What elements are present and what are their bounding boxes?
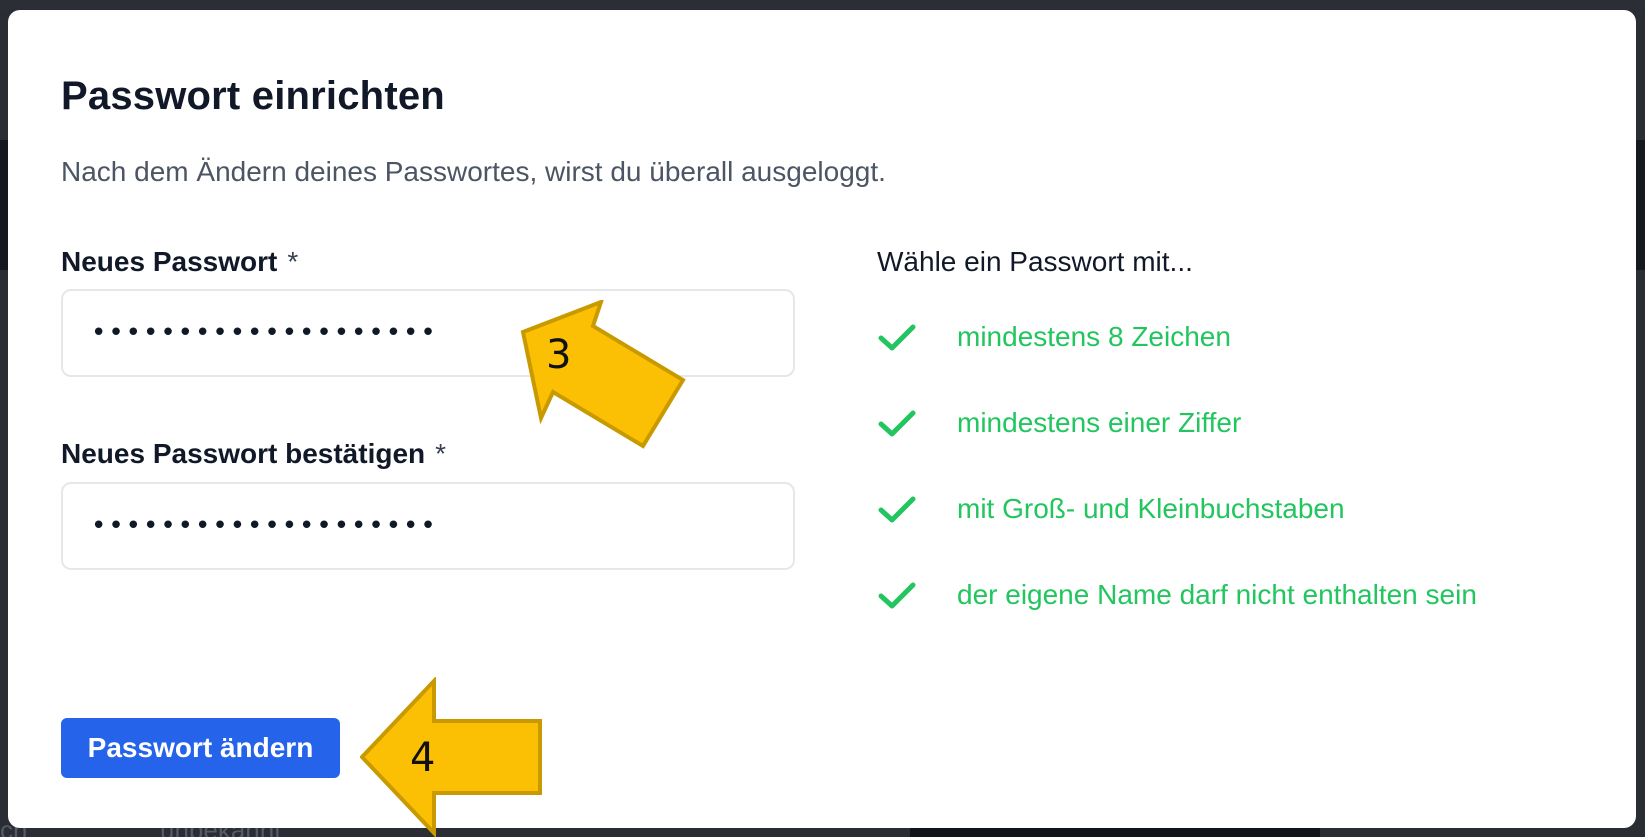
requirements-heading: Wähle ein Passwort mit... bbox=[877, 246, 1193, 277]
requirement-item: mit Groß- und Kleinbuchstaben bbox=[877, 466, 1477, 552]
annotation-number-3: 3 bbox=[546, 332, 571, 378]
new-password-label-text: Neues Passwort bbox=[61, 246, 278, 277]
background-header bbox=[0, 0, 1645, 10]
requirement-label: mindestens einer Ziffer bbox=[957, 407, 1242, 438]
annotation-number-4: 4 bbox=[410, 735, 435, 781]
requirements-list: mindestens 8 Zeichen mindestens einer Zi… bbox=[877, 294, 1477, 638]
password-dialog: Passwort einrichten Nach dem Ändern dein… bbox=[8, 10, 1636, 837]
requirement-item: mindestens einer Ziffer bbox=[877, 380, 1477, 466]
confirm-password-input[interactable] bbox=[61, 482, 795, 570]
annotation-arrow-4: 4 bbox=[360, 677, 542, 837]
arrow-left-icon bbox=[360, 677, 542, 837]
change-password-button[interactable]: Passwort ändern bbox=[61, 718, 340, 778]
confirm-password-label-text: Neues Passwort bestätigen bbox=[61, 438, 426, 469]
confirm-password-label: Neues Passwort bestätigen * bbox=[61, 438, 446, 470]
dialog-title: Passwort einrichten bbox=[61, 74, 445, 118]
dialog-subtitle: Nach dem Ändern deines Passwortes, wirst… bbox=[61, 156, 886, 187]
new-password-label: Neues Passwort * bbox=[61, 246, 298, 278]
check-icon bbox=[878, 324, 916, 351]
requirement-label: mit Groß- und Kleinbuchstaben bbox=[957, 493, 1345, 524]
required-marker: * bbox=[435, 438, 447, 469]
requirement-label: der eigene Name darf nicht enthalten sei… bbox=[957, 579, 1477, 610]
check-icon bbox=[878, 496, 916, 523]
required-marker: * bbox=[287, 246, 299, 277]
check-icon bbox=[878, 410, 916, 437]
requirement-label: mindestens 8 Zeichen bbox=[957, 321, 1231, 352]
annotation-arrow-3: 3 bbox=[520, 300, 686, 449]
check-icon bbox=[878, 582, 916, 609]
requirement-item: der eigene Name darf nicht enthalten sei… bbox=[877, 552, 1477, 638]
requirement-item: mindestens 8 Zeichen bbox=[877, 294, 1477, 380]
